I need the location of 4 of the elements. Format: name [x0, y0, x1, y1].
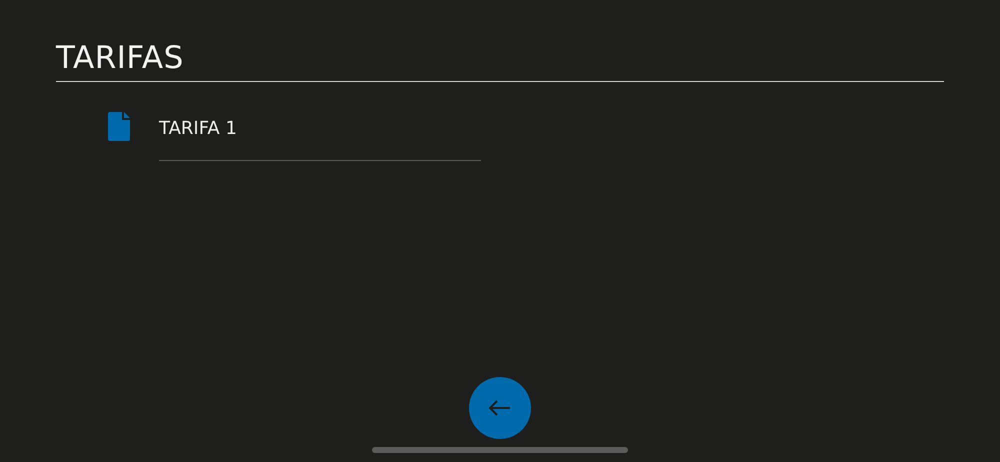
page-title: TARIFAS — [56, 38, 944, 82]
back-arrow-icon — [489, 400, 511, 416]
list-item[interactable]: TARIFA 1 — [159, 112, 481, 161]
document-icon — [108, 112, 130, 141]
